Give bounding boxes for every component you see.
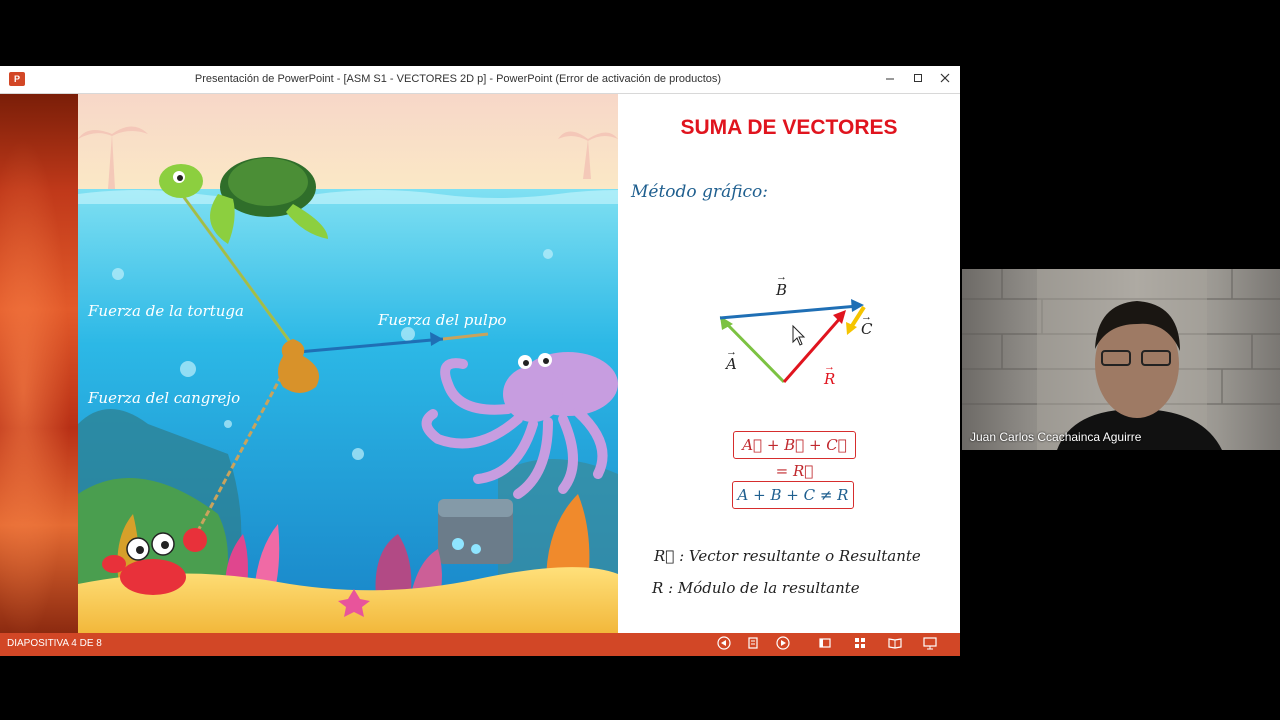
slide-sorter-button[interactable] bbox=[851, 636, 869, 653]
maximize-icon bbox=[914, 74, 922, 82]
next-slide-button[interactable] bbox=[774, 636, 792, 653]
slide-indicator: DIAPOSITIVA 4 DE 8 bbox=[7, 638, 102, 649]
webcam-video-feed bbox=[962, 269, 1280, 450]
participant-name: Juan Carlos Ccachainca Aguirre bbox=[970, 430, 1142, 444]
modulus-inequality: A + B + C ≠ R bbox=[732, 481, 854, 509]
label-turtle-force: Fuerza de la tortuga bbox=[87, 302, 244, 320]
close-icon bbox=[940, 73, 950, 83]
definition-resultant-vector: R⃗ : Vector resultante o Resultante bbox=[654, 547, 921, 565]
label-crab-force: Fuerza del cangrejo bbox=[87, 389, 240, 407]
normal-view-button[interactable] bbox=[816, 636, 834, 653]
next-icon bbox=[776, 636, 790, 650]
label-octopus-force: Fuerza del pulpo bbox=[377, 311, 506, 329]
background-photo-strip bbox=[0, 94, 78, 633]
slide-title: SUMA DE VECTORES bbox=[680, 116, 898, 139]
svg-text:→: → bbox=[776, 271, 787, 283]
slideshow-icon bbox=[923, 637, 937, 650]
title-bar: P Presentación de PowerPoint - [ASM S1 -… bbox=[0, 66, 960, 94]
powerpoint-window: P Presentación de PowerPoint - [ASM S1 -… bbox=[0, 66, 960, 656]
slide-sorter-icon bbox=[855, 638, 865, 648]
svg-text:→: → bbox=[861, 311, 872, 323]
status-bar: DIAPOSITIVA 4 DE 8 bbox=[0, 633, 960, 656]
reading-view-icon bbox=[888, 638, 902, 649]
definition-text: : Vector resultante o Resultante bbox=[679, 547, 921, 565]
definition-symbol: R⃗ bbox=[654, 547, 675, 565]
svg-text:→: → bbox=[726, 346, 737, 358]
minimize-button[interactable] bbox=[878, 68, 902, 90]
definition-resultant-modulus: R : Módulo de la resultante bbox=[652, 579, 860, 597]
close-button[interactable] bbox=[933, 68, 957, 90]
notes-button[interactable] bbox=[744, 636, 762, 653]
window-title: Presentación de PowerPoint - [ASM S1 - V… bbox=[194, 73, 722, 85]
participant-video-tile[interactable]: Juan Carlos Ccachainca Aguirre bbox=[962, 269, 1280, 450]
scene-illustration: Fuerza de la tortuga Fuerza del pulpo Fu… bbox=[78, 94, 618, 633]
slide-viewport: Fuerza de la tortuga Fuerza del pulpo Fu… bbox=[0, 94, 960, 633]
notes-icon bbox=[748, 637, 758, 649]
slide-content: SUMA DE VECTORES Método gráfico: B → C →… bbox=[618, 94, 960, 633]
definition-text: : Módulo de la resultante bbox=[668, 579, 860, 597]
reading-view-button[interactable] bbox=[886, 636, 904, 653]
previous-slide-button[interactable] bbox=[715, 636, 733, 653]
normal-view-icon bbox=[819, 638, 831, 648]
minimize-icon bbox=[886, 78, 894, 80]
underwater-scene: Fuerza de la tortuga Fuerza del pulpo Fu… bbox=[78, 94, 618, 633]
vector-b-label: B bbox=[775, 281, 787, 299]
slideshow-button[interactable] bbox=[921, 636, 939, 653]
vector-diagram: B → C → A → R → bbox=[719, 271, 873, 388]
method-label: Método gráfico: bbox=[631, 182, 769, 202]
prev-icon bbox=[717, 636, 731, 650]
vector-sum-equation: A⃗ + B⃗ + C⃗ = R⃗ bbox=[733, 431, 856, 480]
maximize-button[interactable] bbox=[906, 68, 930, 90]
definition-symbol: R bbox=[652, 579, 664, 597]
mouse-cursor-icon bbox=[792, 324, 806, 346]
svg-text:→: → bbox=[824, 361, 835, 373]
